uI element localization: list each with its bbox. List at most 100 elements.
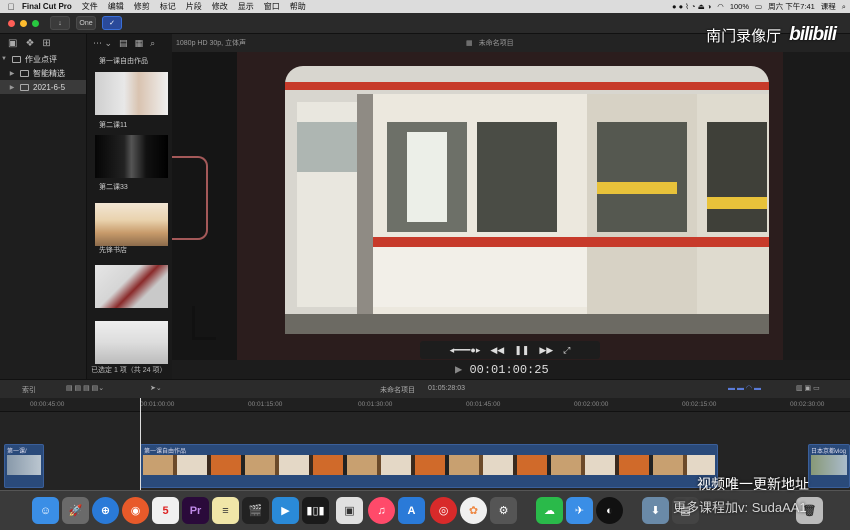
menu-help[interactable]: 帮助 (290, 1, 306, 12)
subtitle-line-1: 视频唯一更新地址 (697, 476, 809, 492)
sidebar-item-event[interactable]: ▶ 2021-6-5 (0, 80, 86, 94)
titles-icon[interactable]: ⊞ (42, 38, 50, 49)
watermark-text: 南门录像厅 (706, 27, 782, 45)
ruler-tick: 00:02:00:00 (574, 401, 609, 408)
playhead[interactable] (140, 398, 141, 490)
status-icons[interactable]: ● ● ⌇ ◔ ⏏ ◑ (672, 2, 711, 11)
volume-icon[interactable]: ◂━━━●▸ (450, 345, 481, 356)
battery-percent: 100% (729, 2, 750, 11)
one-button[interactable]: One (76, 16, 96, 30)
timeline-ruler[interactable]: 00:00:45:00 00:01:00:00 00:01:15:00 00:0… (0, 398, 850, 412)
select-tool-icon[interactable]: ➤⌄ (150, 384, 162, 392)
clip-thumbnail[interactable] (95, 72, 168, 115)
clip-thumbnail[interactable] (95, 321, 168, 364)
search-icon[interactable]: ⌕ (150, 38, 155, 49)
timeline-clip-main[interactable]: 第一课自由作品 (140, 444, 718, 488)
fullscreen-icon[interactable]: ⤢ (563, 345, 570, 356)
battery-icon[interactable]: ▭ (755, 2, 762, 11)
viewer-overlay-right (783, 52, 850, 360)
timeline-project: 未命名项目 (380, 387, 415, 394)
zoom-window-button[interactable] (32, 20, 39, 27)
ruler-tick: 00:02:30:00 (790, 401, 825, 408)
menu-window[interactable]: 窗口 (264, 1, 280, 12)
music-icon[interactable]: ♫ (368, 497, 395, 524)
clip-thumbnail[interactable] (95, 203, 168, 246)
menu-clip[interactable]: 片段 (186, 1, 202, 12)
clock[interactable]: 周六 下午7:41 (768, 1, 815, 12)
video-viewer[interactable] (237, 52, 783, 360)
wechat-icon[interactable]: ☁ (536, 497, 563, 524)
import-button[interactable]: ↓ (50, 16, 70, 30)
launchpad-icon[interactable]: 🚀 (62, 497, 89, 524)
ruler-tick: 00:01:15:00 (248, 401, 283, 408)
preview-icon[interactable]: ▣ (336, 497, 363, 524)
apple-icon[interactable]:  (0, 2, 22, 12)
feishu-icon[interactable]: ✈ (566, 497, 593, 524)
ruler-tick: 00:02:15:00 (682, 401, 717, 408)
notes-icon[interactable]: ≡ (212, 497, 239, 524)
ruler-tick: 00:01:00:00 (140, 401, 175, 408)
bilibili-logo: bilibili (789, 24, 837, 45)
downloads-folder-icon[interactable]: ⬇ (642, 497, 669, 524)
clip-thumbnail[interactable] (95, 135, 168, 178)
menu-view[interactable]: 显示 (238, 1, 254, 12)
zoom-app-icon[interactable]: ▶ (272, 497, 299, 524)
final-cut-icon[interactable]: 🎬 (242, 497, 269, 524)
ruler-tick: 00:01:30:00 (358, 401, 393, 408)
clip-label: 第二课11 (99, 122, 128, 129)
timeline-clip[interactable]: 第一课/ (4, 444, 44, 488)
timecode-value: 00:01:00:25 (469, 363, 549, 377)
finder-icon[interactable]: ☺ (32, 497, 59, 524)
menu-mark[interactable]: 标记 (160, 1, 176, 12)
rewind-icon[interactable]: ◀◀ (490, 345, 504, 356)
obs-icon[interactable]: ◐ (596, 497, 623, 524)
more-icon[interactable]: ⋯ ⌄ (93, 38, 112, 49)
clip-thumbnail (811, 455, 847, 475)
calendar-icon[interactable]: 5 (152, 497, 179, 524)
fast-forward-icon[interactable]: ▶▶ (539, 345, 553, 356)
sidebar-item-library[interactable]: ▼ 作业点评 (0, 52, 86, 66)
close-window-button[interactable] (8, 20, 15, 27)
menu-edit[interactable]: 编辑 (108, 1, 124, 12)
safari-icon[interactable]: ⊕ (92, 497, 119, 524)
sidebar-item-smart[interactable]: ▶ 智能精选 (0, 66, 86, 80)
wifi-icon[interactable]: ◠ (717, 2, 724, 11)
clip-title: 日本京都vlog (811, 449, 847, 455)
pause-icon[interactable]: ❚❚ (514, 345, 529, 356)
minimize-window-button[interactable] (20, 20, 27, 27)
skimming-icon[interactable]: ▬ ▬ ◠ ▬ (728, 384, 761, 392)
index-button[interactable]: 索引 (22, 385, 36, 395)
disclosure-right-icon[interactable]: ▶ (8, 84, 16, 91)
menu-file[interactable]: 文件 (82, 1, 98, 12)
clip-thumbnail (7, 455, 41, 475)
edit-tools-icon[interactable]: ▤ ▤ ▤ ▤⌄ (66, 384, 104, 392)
viewer-project: 未命名项目 (478, 40, 514, 47)
menu-trim[interactable]: 修剪 (134, 1, 150, 12)
spotlight-icon[interactable]: ⌕ (842, 2, 846, 12)
clip-thumbnail[interactable] (95, 265, 168, 308)
netease-music-icon[interactable]: ◎ (430, 497, 457, 524)
disclosure-right-icon[interactable]: ▶ (8, 70, 16, 77)
disclosure-down-icon[interactable]: ▼ (0, 56, 8, 62)
sidebar-item-label: 智能精选 (33, 68, 65, 78)
app-store-icon[interactable]: A (398, 497, 425, 524)
list-icon[interactable]: ▦ (135, 38, 144, 49)
premiere-icon[interactable]: Pr (182, 497, 209, 524)
user-name[interactable]: 课程 (821, 1, 836, 12)
play-icon[interactable]: ▶ (455, 363, 469, 377)
video-frame (237, 52, 783, 360)
audio-icon[interactable]: ▮▯▮ (302, 497, 329, 524)
system-prefs-icon[interactable]: ⚙ (490, 497, 517, 524)
app-menu[interactable]: Final Cut Pro (22, 2, 72, 11)
timecode-display[interactable]: ▶ 00:01:00:25 (455, 362, 549, 377)
photos-app-icon[interactable]: ✿ (460, 497, 487, 524)
chrome-icon[interactable]: ◉ (122, 497, 149, 524)
photos-icon[interactable]: ❖ (25, 38, 34, 49)
inspector-icon[interactable]: ▥ ▣ ▭ (796, 384, 820, 392)
background-tasks-button[interactable]: ✓ (102, 16, 122, 30)
libraries-icon[interactable]: ▣ (8, 38, 17, 49)
timeline-clip[interactable]: 日本京都vlog (808, 444, 850, 488)
selection-count: 已选定 1 项（共 24 项） (91, 367, 167, 374)
filmstrip-icon[interactable]: ▤ (119, 38, 128, 49)
menu-modify[interactable]: 修改 (212, 1, 228, 12)
